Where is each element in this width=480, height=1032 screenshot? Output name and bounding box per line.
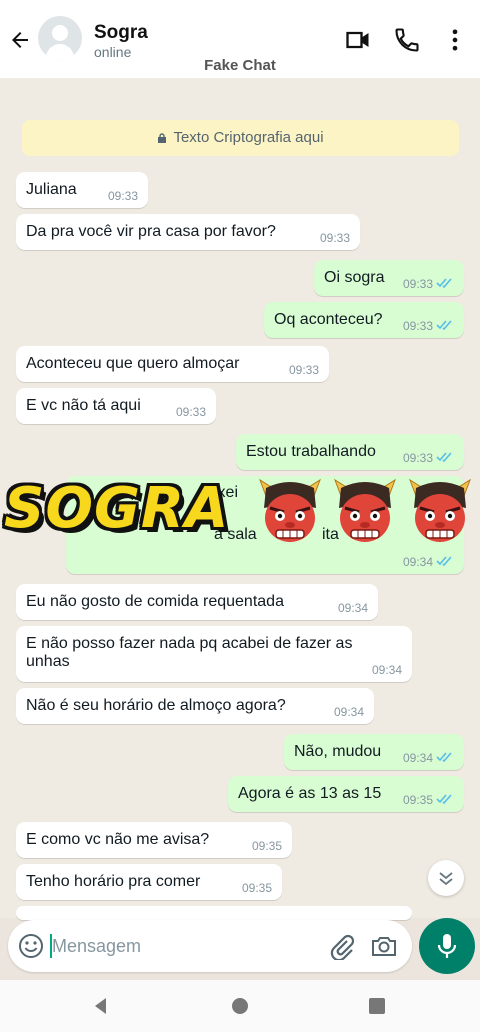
more-vert-icon[interactable] <box>441 26 469 54</box>
message-input[interactable]: Mensagem <box>52 936 141 957</box>
attach-icon[interactable] <box>328 932 356 960</box>
lock-icon <box>158 133 167 143</box>
nav-recents-icon[interactable] <box>368 997 386 1015</box>
message-time: 09:33 <box>107 189 138 203</box>
message-time: 09:34 <box>403 751 454 765</box>
video-call-icon[interactable] <box>344 26 372 54</box>
message-time: 09:34 <box>337 601 368 615</box>
encryption-notice[interactable]: Texto Criptografia aqui <box>22 120 459 156</box>
ogre-icon <box>409 478 471 542</box>
message-text: Eu não gosto de comida requentada <box>26 593 284 610</box>
message-bubble[interactable]: Da pra você vir pra casa por favor? 09:3… <box>16 214 360 250</box>
read-ticks-icon <box>436 278 452 289</box>
message-text: Aconteceu que quero almoçar <box>26 355 240 372</box>
ogre-icon <box>334 478 396 542</box>
message-time: 09:35 <box>251 839 282 853</box>
message-text: E vc não tá aqui <box>26 397 141 414</box>
read-ticks-icon <box>436 452 452 463</box>
read-ticks-icon <box>436 320 452 331</box>
message-time: 09:34 <box>403 555 454 569</box>
message-bubble[interactable]: Tenho horário pra comer 09:35 <box>16 864 282 900</box>
message-bubble[interactable]: Agora é as 13 as 15 09:35 <box>228 776 464 812</box>
message-time-label: 09:35 <box>402 793 433 807</box>
message-text: Agora é as 13 as 15 <box>238 785 382 802</box>
message-bubble[interactable]: Estou trabalhando 09:33 <box>236 434 464 470</box>
message-time-label: 09:34 <box>402 751 433 765</box>
nav-back-icon[interactable] <box>92 997 110 1015</box>
message-time: 09:35 <box>403 793 454 807</box>
message-text: Tenho horário pra comer <box>26 873 201 890</box>
microphone-icon <box>437 934 457 958</box>
message-bubble[interactable]: Não é seu horário de almoço agora? 09:34 <box>16 688 374 724</box>
encryption-notice-text: Texto Criptografia aqui <box>173 129 324 146</box>
message-bubble[interactable]: E vc não tá aqui 09:33 <box>16 388 216 424</box>
message-input-bar[interactable]: Mensagem <box>8 920 412 972</box>
read-ticks-icon <box>436 794 452 805</box>
message-text: Juliana <box>26 181 77 198</box>
message-time: 09:34 <box>371 663 402 677</box>
message-bubble[interactable]: Aconteceu que quero almoçar 09:33 <box>16 346 329 382</box>
sogra-overlay-title: SOGRA <box>4 476 230 541</box>
nav-home-icon[interactable] <box>231 997 249 1015</box>
message-bubble[interactable]: Oi sogra 09:33 <box>314 260 464 296</box>
message-time: 09:33 <box>288 363 319 377</box>
message-bubble[interactable]: Eu não gosto de comida requentada 09:34 <box>16 584 378 620</box>
read-ticks-icon <box>436 752 452 763</box>
message-time: 09:33 <box>175 405 206 419</box>
system-navigation-bar <box>0 980 480 1032</box>
message-time: 09:33 <box>403 319 454 333</box>
message-text: Oq aconteceu? <box>274 311 383 328</box>
avatar[interactable] <box>38 16 82 60</box>
message-text: Não é seu horário de almoço agora? <box>26 697 286 714</box>
emoji-icon[interactable] <box>18 933 44 959</box>
message-text: Oi sogra <box>324 269 385 286</box>
message-bubble-partial <box>16 906 412 920</box>
message-time-label: 09:34 <box>402 555 433 569</box>
mic-button[interactable] <box>419 918 475 974</box>
message-text: E não posso fazer nada pq acabei de faze… <box>26 635 357 670</box>
scroll-to-bottom-button[interactable] <box>428 860 464 896</box>
message-time: 09:33 <box>403 277 454 291</box>
message-time: 09:35 <box>241 881 272 895</box>
phone-icon[interactable] <box>393 26 421 54</box>
message-text: E como vc não me avisa? <box>26 831 210 848</box>
message-time: 09:34 <box>333 705 364 719</box>
contact-name[interactable]: Sogra <box>94 22 148 44</box>
camera-icon[interactable] <box>370 932 398 960</box>
read-ticks-icon <box>436 556 452 567</box>
back-arrow-icon[interactable] <box>8 28 32 52</box>
message-text: Não, mudou <box>294 743 382 760</box>
message-bubble[interactable]: Juliana 09:33 <box>16 172 148 208</box>
message-time-label: 09:33 <box>402 451 433 465</box>
fake-chat-watermark: Fake Chat <box>204 57 276 74</box>
message-bubble[interactable]: Não, mudou 09:34 <box>284 734 464 770</box>
message-text: Da pra você vir pra casa por favor? <box>26 223 276 240</box>
double-chevron-down-icon <box>439 872 453 886</box>
message-bubble[interactable]: Oq aconteceu? 09:33 <box>264 302 464 338</box>
message-time-label: 09:33 <box>402 277 433 291</box>
message-time: 09:33 <box>403 451 454 465</box>
message-text: Estou trabalhando <box>246 443 376 460</box>
message-bubble[interactable]: E não posso fazer nada pq acabei de faze… <box>16 626 412 682</box>
message-bubble[interactable]: E como vc não me avisa? 09:35 <box>16 822 292 858</box>
message-time: 09:33 <box>319 231 350 245</box>
ogre-icon <box>259 478 321 542</box>
message-time-label: 09:33 <box>402 319 433 333</box>
